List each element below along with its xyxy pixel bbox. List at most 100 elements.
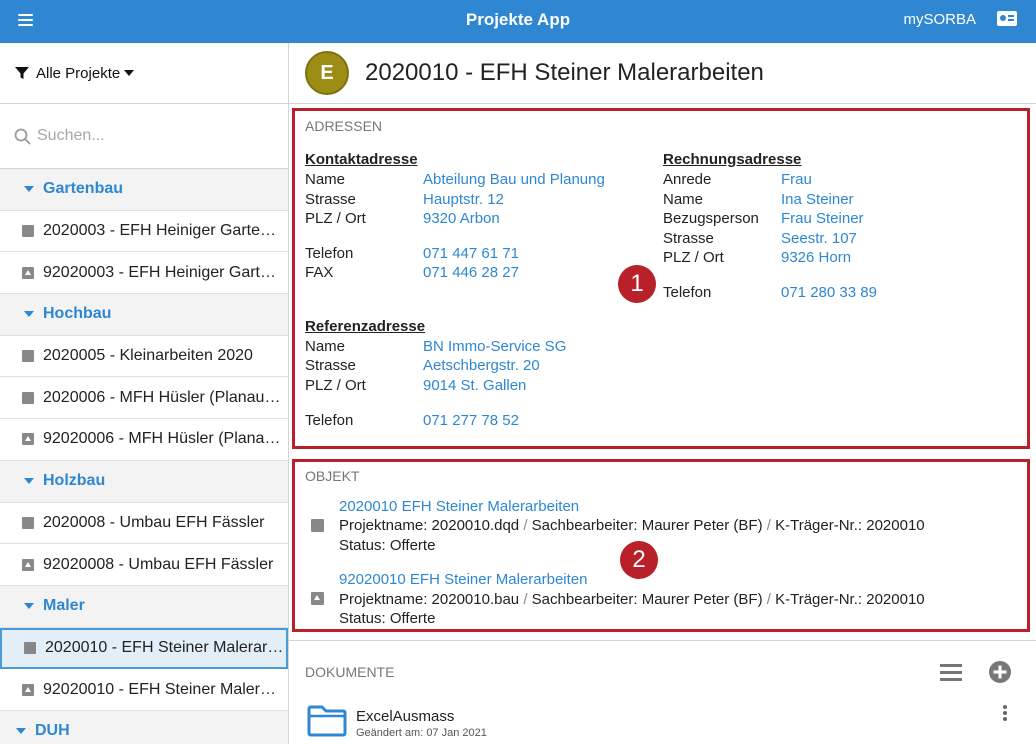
field-value-link[interactable]: Hauptstr. 12 — [423, 191, 504, 208]
list-item-label: 2020006 - MFH Hüsler (Planaufnahme) — [43, 388, 283, 406]
list-item[interactable]: 2020003 - EFH Heiniger Gartenbau — [0, 211, 288, 253]
objekt-ktraeger: K-Träger-Nr.: 2020010 — [775, 517, 925, 534]
separator: / — [523, 591, 528, 608]
caret-down-icon — [16, 728, 26, 735]
separator: / — [766, 517, 771, 534]
group-maler[interactable]: Maler — [0, 585, 288, 628]
field-label: FAX — [305, 264, 334, 281]
field-value-link[interactable]: Seestr. 107 — [781, 230, 857, 247]
field-label: PLZ / Ort — [305, 210, 366, 227]
page-title: 2020010 - EFH Steiner Malerarbeiten — [365, 59, 764, 86]
list-item-label: 92020010 - EFH Steiner Malerarbeiten — [43, 680, 283, 698]
fax-link[interactable]: 071 446 28 27 — [423, 264, 519, 281]
triangle-square-icon — [22, 266, 34, 279]
field-label: PLZ / Ort — [305, 377, 366, 394]
filter-icon — [15, 67, 29, 79]
field-value-link[interactable]: 9014 St. Gallen — [423, 377, 526, 394]
objekt-link[interactable]: 92020010 EFH Steiner Malerarbeiten — [339, 571, 587, 588]
field-label: Name — [305, 338, 346, 355]
filter-dropdown[interactable]: Alle Projekte — [0, 43, 288, 104]
search-input[interactable] — [37, 127, 267, 145]
field-label: Bezugsperson — [663, 210, 759, 227]
list-item-label: 2020003 - EFH Heiniger Gartenbau — [43, 222, 283, 240]
field-value-link[interactable]: 9320 Arbon — [423, 210, 500, 227]
objekt-sachbearbeiter: Sachbearbeiter: Maurer Peter (BF) — [531, 591, 763, 608]
annotation-badge-1: 1 — [618, 265, 656, 303]
field-label: PLZ / Ort — [663, 249, 724, 266]
annotation-badge-2: 2 — [620, 541, 658, 579]
objekt-ktraeger: K-Träger-Nr.: 2020010 — [775, 591, 925, 608]
field-label: Telefon — [305, 245, 354, 262]
triangle-square-icon — [22, 433, 34, 446]
field-value-link[interactable]: BN Immo-Service SG — [423, 338, 566, 355]
objekt-sachbearbeiter: Sachbearbeiter: Maurer Peter (BF) — [531, 517, 763, 534]
list-item[interactable]: 92020003 - EFH Heiniger Gartenbau — [0, 252, 288, 295]
group-holzbau[interactable]: Holzbau — [0, 460, 288, 503]
separator: / — [523, 517, 528, 534]
group-duh[interactable]: DUH — [0, 710, 288, 744]
list-item-label: 2020010 - EFH Steiner Malerarbeiten — [45, 639, 285, 657]
phone-link[interactable]: 071 447 61 71 — [423, 245, 519, 262]
objekt-link[interactable]: 2020010 EFH Steiner Malerarbeiten — [339, 498, 579, 515]
list-view-icon[interactable] — [940, 662, 962, 682]
list-item[interactable]: 2020005 - Kleinarbeiten 2020 — [0, 336, 288, 378]
avatar: E — [305, 51, 349, 95]
field-label: Strasse — [305, 357, 356, 374]
field-label: Strasse — [663, 230, 714, 247]
field-value-link[interactable]: Aetschbergstr. 20 — [423, 357, 540, 374]
filter-label: Alle Projekte — [36, 64, 121, 82]
search-icon — [14, 128, 31, 144]
group-label: DUH — [35, 722, 70, 740]
list-item-label: 92020008 - Umbau EFH Fässler — [43, 555, 274, 573]
square-icon — [311, 519, 324, 532]
field-value-link[interactable]: Frau Steiner — [781, 210, 864, 227]
field-label: Name — [305, 171, 346, 188]
field-value-link[interactable]: 9326 Horn — [781, 249, 851, 266]
more-options-icon[interactable] — [1003, 705, 1007, 723]
objekt-projektname: Projektname: 2020010.bau — [339, 591, 520, 608]
phone-link[interactable]: 071 277 78 52 — [423, 412, 519, 429]
top-bar: Projekte App mySORBA — [0, 0, 1036, 43]
list-item[interactable]: 2020006 - MFH Hüsler (Planaufnahme) — [0, 377, 288, 420]
group-label: Maler — [43, 597, 85, 615]
project-header: E 2020010 - EFH Steiner Malerarbeiten — [289, 43, 1036, 104]
document-row[interactable]: ExcelAusmass Geändert am: 07 Jan 2021 — [289, 698, 1036, 744]
list-item-label: 2020008 - Umbau EFH Fässler — [43, 513, 265, 531]
list-item-selected[interactable]: 2020010 - EFH Steiner Malerarbeiten — [0, 627, 288, 670]
square-icon — [24, 642, 36, 655]
square-icon — [22, 391, 34, 404]
separator: / — [766, 591, 771, 608]
group-label: Gartenbau — [43, 180, 124, 198]
group-label: Hochbau — [43, 305, 112, 323]
field-label: Name — [663, 191, 704, 208]
phone-link[interactable]: 071 280 33 89 — [781, 284, 877, 301]
field-value-link[interactable]: Frau — [781, 171, 812, 188]
add-document-icon[interactable] — [988, 660, 1012, 684]
section-title-objekt: OBJEKT — [305, 468, 360, 484]
field-value-link[interactable]: Ina Steiner — [781, 191, 854, 208]
field-value-link[interactable]: Abteilung Bau und Planung — [423, 171, 605, 188]
objekt-status: Status: Offerte — [339, 610, 436, 627]
list-item[interactable]: 92020010 - EFH Steiner Malerarbeiten — [0, 669, 288, 711]
group-gartenbau[interactable]: Gartenbau — [0, 169, 288, 211]
caret-down-icon — [24, 478, 34, 485]
caret-down-icon — [24, 311, 34, 318]
contact-card-icon[interactable] — [997, 11, 1017, 26]
list-item-label: 2020005 - Kleinarbeiten 2020 — [43, 347, 253, 365]
user-name[interactable]: mySORBA — [903, 11, 976, 28]
list-item[interactable]: 92020008 - Umbau EFH Fässler — [0, 544, 288, 586]
field-label: Anrede — [663, 171, 712, 188]
objekt-projektname: Projektname: 2020010.dqd — [339, 517, 520, 534]
objekt-details: Projektname: 2020010.bau / Sachbearbeite… — [339, 591, 925, 608]
list-item[interactable]: 92020006 - MFH Hüsler (Planaufnahme) — [0, 419, 288, 461]
field-label: Telefon — [663, 284, 712, 301]
search-bar — [0, 104, 288, 169]
list-item-label: 92020003 - EFH Heiniger Gartenbau — [43, 263, 283, 281]
field-label: Strasse — [305, 191, 356, 208]
list-item[interactable]: 2020008 - Umbau EFH Fässler — [0, 503, 288, 545]
triangle-square-icon — [22, 558, 34, 571]
triangle-square-icon — [311, 592, 324, 605]
document-name: ExcelAusmass — [356, 708, 455, 725]
app-title: Projekte App — [465, 10, 571, 29]
group-hochbau[interactable]: Hochbau — [0, 294, 288, 336]
